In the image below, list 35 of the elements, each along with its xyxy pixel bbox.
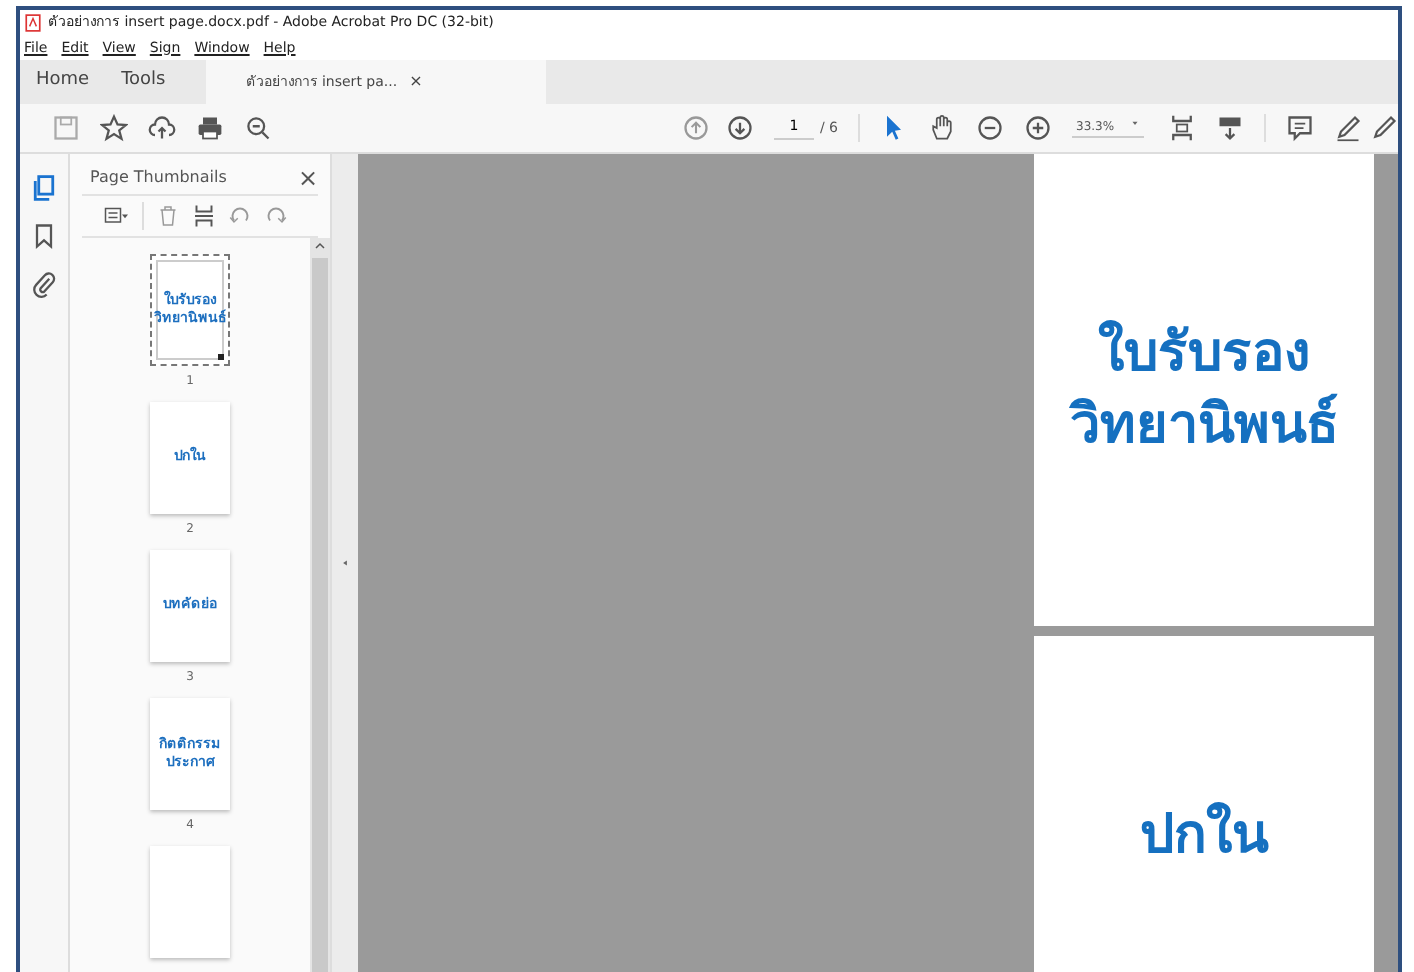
document-page: ปกใน <box>1034 636 1374 972</box>
bookmark-icon[interactable] <box>30 222 58 250</box>
caret-up-icon <box>312 238 328 254</box>
close-button[interactable]: × <box>297 160 318 196</box>
trash-icon[interactable] <box>156 204 180 228</box>
star-icon[interactable] <box>100 114 128 142</box>
page-thumbnail[interactable] <box>150 846 230 958</box>
panel-title: Page Thumbnails <box>90 166 227 190</box>
zoom-in-icon[interactable] <box>1024 114 1052 142</box>
options-icon[interactable] <box>102 204 130 228</box>
rotate-left-icon[interactable] <box>228 204 252 228</box>
tab[interactable]: Home <box>20 60 106 104</box>
scrollbar[interactable] <box>310 238 330 972</box>
tab[interactable]: Tools <box>105 60 182 104</box>
cloud-upload-icon[interactable] <box>148 114 176 142</box>
close-icon[interactable]: × <box>409 72 423 90</box>
scroll-mode-icon[interactable] <box>1216 114 1244 142</box>
pdf-icon <box>24 14 42 32</box>
insert-page-icon[interactable] <box>192 204 216 228</box>
collapse-arrow-icon[interactable] <box>340 558 350 568</box>
comment-icon[interactable] <box>1286 114 1314 142</box>
pages-icon[interactable] <box>30 174 58 202</box>
pen-icon[interactable] <box>1370 114 1398 142</box>
paperclip-icon[interactable] <box>30 270 58 298</box>
page-down-icon[interactable] <box>725 114 754 142</box>
print-icon[interactable] <box>196 114 224 142</box>
page-up-icon[interactable] <box>681 114 710 142</box>
caret-icon <box>1130 118 1140 128</box>
document-page: ใบรับรอง วิทยานิพนธ์ <box>1034 154 1374 626</box>
rotate-right-icon[interactable] <box>264 204 288 228</box>
hand-icon[interactable] <box>928 114 956 142</box>
page-fit-icon[interactable] <box>1168 114 1196 142</box>
zoom-out-icon[interactable] <box>976 114 1004 142</box>
zoom-out-icon[interactable] <box>244 114 272 142</box>
pen-icon[interactable] <box>1334 114 1362 142</box>
